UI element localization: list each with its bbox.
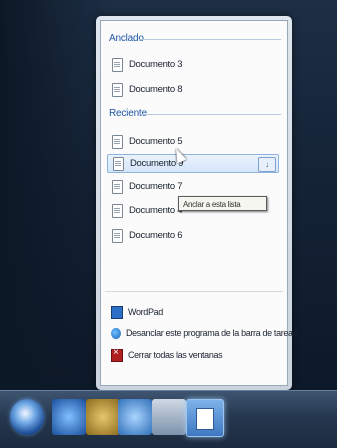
close-all-windows-task[interactable]: Cerrar todas las ventanas <box>107 346 283 364</box>
recent-item[interactable]: Documento 6 <box>107 226 279 245</box>
recent-item[interactable]: Documento 7 <box>107 177 279 196</box>
windows-start-icon[interactable] <box>10 399 44 435</box>
task-label: Cerrar todas las ventanas <box>128 350 223 360</box>
open-wordpad-task[interactable]: WordPad <box>107 303 283 321</box>
item-label: Documento 6 <box>129 230 183 241</box>
wordpad-taskbar-button[interactable] <box>186 399 224 437</box>
recent-item-selected[interactable]: Documento 9 ↓ <box>107 154 279 173</box>
item-label: Documento 8 <box>129 84 183 95</box>
document-icon <box>112 57 123 72</box>
item-label: Documento 4 <box>129 205 183 216</box>
section-divider <box>139 114 281 115</box>
wordpad-icon <box>111 305 123 319</box>
pin-tooltip: Anclar a esta lista <box>178 196 267 211</box>
pinned-item[interactable]: Documento 8 <box>107 80 279 99</box>
pin-icon[interactable]: ↓ <box>258 157 276 172</box>
wordpad-icon <box>196 408 214 430</box>
task-label: Desanclar este programa de la barra de t… <box>126 328 297 338</box>
application-icon[interactable] <box>152 399 186 435</box>
close-window-icon <box>111 347 123 362</box>
explorer-folder-icon[interactable] <box>86 399 120 435</box>
recent-item[interactable]: Documento 5 <box>107 132 279 151</box>
document-icon <box>112 203 123 218</box>
document-icon <box>112 134 123 149</box>
unpin-icon <box>111 327 121 339</box>
document-icon <box>113 156 124 171</box>
item-label: Documento 3 <box>129 59 183 70</box>
document-icon <box>112 228 123 243</box>
document-icon <box>112 82 123 97</box>
item-label: Documento 7 <box>129 181 183 192</box>
task-label: WordPad <box>128 307 163 317</box>
tasks-divider <box>105 291 283 292</box>
item-label: Documento 5 <box>129 136 183 147</box>
unpin-from-taskbar-task[interactable]: Desanclar este programa de la barra de t… <box>107 324 297 342</box>
document-icon <box>112 179 123 194</box>
taskbar <box>0 390 337 448</box>
internet-explorer-icon[interactable] <box>52 399 86 435</box>
section-divider <box>139 39 281 40</box>
media-player-icon[interactable] <box>118 399 152 435</box>
pinned-item[interactable]: Documento 3 <box>107 55 279 74</box>
